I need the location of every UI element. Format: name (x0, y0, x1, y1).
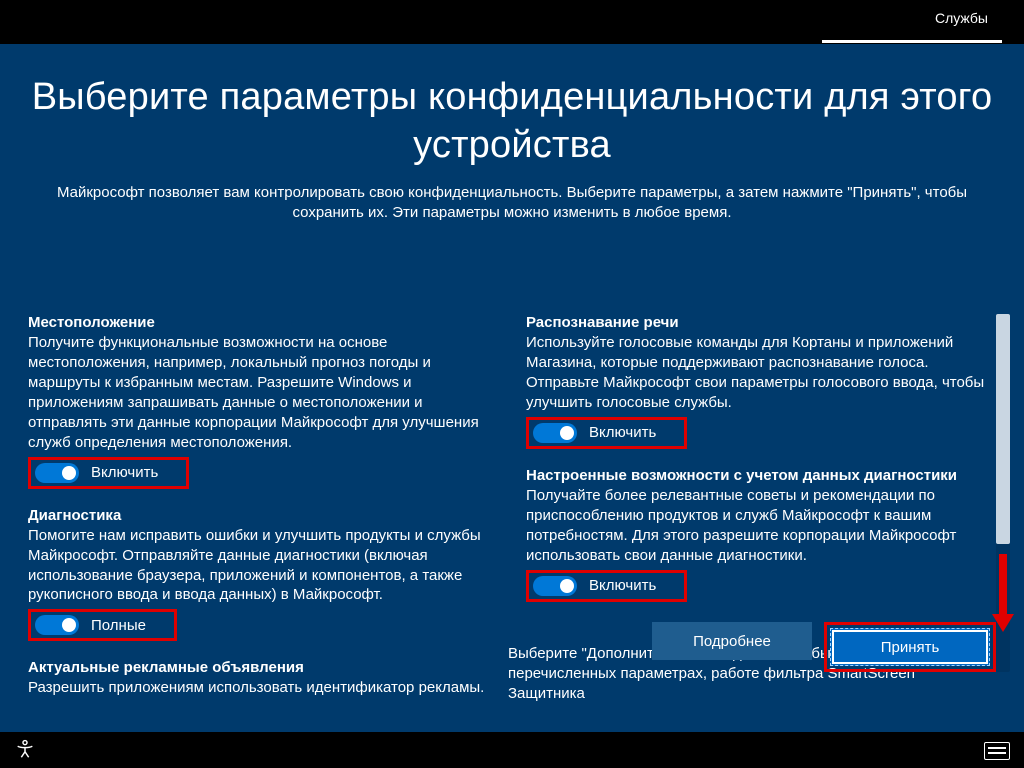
button-row: Подробнее Принять (652, 622, 996, 672)
diagnostics-toggle[interactable] (35, 615, 79, 635)
toggle-label: Полные (91, 617, 146, 634)
setting-description: Разрешить приложениям использовать идент… (28, 678, 498, 698)
top-bar: Службы (0, 0, 1024, 44)
tailored-toggle[interactable] (533, 576, 577, 596)
location-toggle[interactable] (35, 463, 79, 483)
scrollbar-thumb[interactable] (996, 314, 1010, 544)
learn-more-button[interactable]: Подробнее (652, 622, 812, 660)
highlight-box: Включить (28, 457, 189, 489)
setting-title: Диагностика (28, 507, 498, 524)
ease-of-access-icon[interactable] (14, 738, 36, 760)
bottom-bar (0, 732, 1024, 768)
setting-title: Местоположение (28, 314, 498, 331)
setting-tailored: Настроенные возможности с учетом данных … (526, 467, 996, 602)
setting-title: Распознавание речи (526, 314, 996, 331)
setting-speech: Распознавание речи Используйте голосовые… (526, 314, 996, 449)
setting-title: Настроенные возможности с учетом данных … (526, 467, 996, 484)
toggle-knob (560, 579, 574, 593)
settings-scroll-region: Местоположение Получите функциональные в… (28, 314, 996, 612)
page-title: Выберите параметры конфиденциальности дл… (28, 74, 996, 169)
content-area: Выберите параметры конфиденциальности дл… (0, 44, 1024, 732)
tab-underline (822, 40, 1002, 43)
setting-diagnostics: Диагностика Помогите нам исправить ошибк… (28, 507, 498, 642)
highlight-box: Включить (526, 570, 687, 602)
setting-location: Местоположение Получите функциональные в… (28, 314, 498, 489)
toggle-label: Включить (91, 464, 158, 481)
highlight-box: Включить (526, 417, 687, 449)
services-link[interactable]: Службы (935, 10, 988, 26)
toggle-knob (560, 426, 574, 440)
toggle-knob (62, 466, 76, 480)
setting-title: Актуальные рекламные объявления (28, 659, 498, 676)
setting-description: Получите функциональные возможности на о… (28, 333, 498, 453)
speech-toggle[interactable] (533, 423, 577, 443)
setting-description: Используйте голосовые команды для Кортан… (526, 333, 996, 413)
setting-description: Помогите нам исправить ошибки и улучшить… (28, 526, 498, 606)
settings-column-right: Распознавание речи Используйте голосовые… (526, 314, 996, 612)
setting-ads: Актуальные рекламные объявления Разрешит… (28, 659, 498, 698)
settings-column-left: Местоположение Получите функциональные в… (28, 314, 498, 612)
toggle-knob (62, 618, 76, 632)
toggle-label: Включить (589, 424, 656, 441)
page-subtitle: Майкрософт позволяет вам контролировать … (28, 183, 996, 224)
accept-button[interactable]: Принять (830, 628, 990, 666)
highlight-box: Полные (28, 609, 177, 641)
setting-description: Получайте более релевантные советы и рек… (526, 486, 996, 566)
highlight-box: Принять (824, 622, 996, 672)
keyboard-icon[interactable] (984, 742, 1010, 760)
toggle-label: Включить (589, 577, 656, 594)
